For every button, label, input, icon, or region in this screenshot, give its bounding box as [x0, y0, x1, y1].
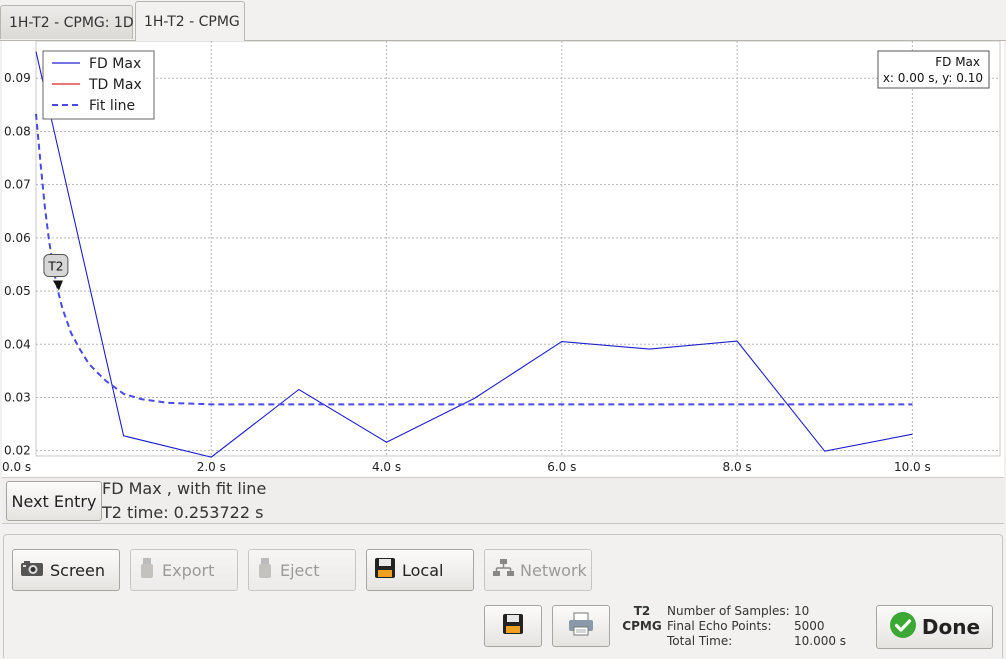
x-tick-label: 4.0 s: [372, 460, 401, 474]
legend-label: FD Max: [89, 56, 141, 72]
tab-bar: 1H-T2 - CPMG: 1D 1H-T2 - CPMG: [0, 0, 1006, 41]
samples-label: Number of Samples:: [667, 604, 790, 618]
y-tick-label: 0.08: [4, 124, 31, 138]
local-button-label: Local: [402, 560, 444, 580]
stat-tag-t2: T2: [633, 604, 651, 618]
eject-button[interactable]: Eject: [248, 549, 356, 591]
usb-drive-icon: [255, 556, 275, 584]
y-tick-label: 0.06: [4, 231, 31, 245]
t2-time-text: T2 time: 0.253722 s: [102, 503, 264, 522]
printer-icon: [567, 611, 595, 641]
total-time-label: Total Time:: [667, 634, 733, 648]
total-time-value: 10.000 s: [794, 634, 847, 648]
tab-cpmg-1d[interactable]: 1H-T2 - CPMG: 1D: [0, 5, 134, 39]
save-button[interactable]: [484, 605, 542, 647]
echo-points-label: Final Echo Points:: [667, 619, 772, 633]
local-button[interactable]: Local: [366, 549, 474, 591]
screen-button-label: Screen: [50, 560, 106, 580]
network-button-label: Network: [520, 560, 587, 580]
result-info-strip: Next Entry FD Max , with fit line T2 tim…: [2, 477, 1004, 524]
screen-button[interactable]: Screen: [12, 549, 120, 591]
y-tick-label: 0.09: [4, 71, 31, 85]
x-tick-label: 2.0 s: [197, 460, 226, 474]
x-tick-label: 10.0 s: [894, 460, 931, 474]
done-button[interactable]: Done: [876, 605, 993, 649]
usb-drive-icon: [137, 556, 157, 584]
bottom-toolbar: Screen Export Eject Local Network T2 CPM…: [0, 528, 1006, 659]
y-tick-label: 0.03: [4, 390, 31, 404]
t2-marker-label: T2: [47, 260, 63, 274]
stat-tag-cpmg: CPMG: [622, 619, 662, 633]
y-tick-label: 0.05: [4, 284, 31, 298]
y-tick-label: 0.07: [4, 178, 31, 192]
checkmark-icon: [889, 611, 917, 644]
x-tick-label: 6.0 s: [547, 460, 576, 474]
print-button[interactable]: [552, 605, 610, 647]
eject-button-label: Eject: [280, 560, 320, 580]
x-tick-label: 8.0 s: [723, 460, 752, 474]
result-title: FD Max , with fit line: [102, 479, 267, 498]
y-tick-label: 0.04: [4, 337, 31, 351]
next-entry-button[interactable]: Next Entry: [6, 481, 102, 521]
plot-area: [35, 40, 1001, 457]
chart-panel: 0.0 s 2.0 s 4.0 s 6.0 s 8.0 s 10.0 s 0.02 0.03 0…: [2, 40, 1004, 477]
network-button[interactable]: Network: [484, 549, 592, 591]
samples-value: 10: [794, 604, 810, 618]
legend-label: Fit line: [89, 98, 135, 114]
cursor-readout-title: FD Max: [935, 55, 980, 69]
network-icon: [491, 557, 515, 583]
y-tick-label: 0.02: [4, 444, 31, 458]
export-button-label: Export: [162, 560, 215, 580]
t2-decay-chart[interactable]: 0.0 s 2.0 s 4.0 s 6.0 s 8.0 s 10.0 s 0.02 0.03 0…: [2, 40, 1004, 477]
floppy-disk-icon: [373, 556, 397, 584]
x-tick-label: 0.0 s: [2, 460, 31, 474]
done-button-label: Done: [921, 615, 981, 639]
legend-label: TD Max: [88, 77, 142, 93]
export-button[interactable]: Export: [130, 549, 238, 591]
echo-points-value: 5000: [794, 619, 825, 633]
tab-cpmg[interactable]: 1H-T2 - CPMG: [135, 1, 245, 41]
cursor-readout-coords: x: 0.00 s, y: 0.10: [883, 71, 983, 85]
floppy-disk-icon: [501, 612, 525, 640]
camera-icon: [19, 558, 45, 582]
